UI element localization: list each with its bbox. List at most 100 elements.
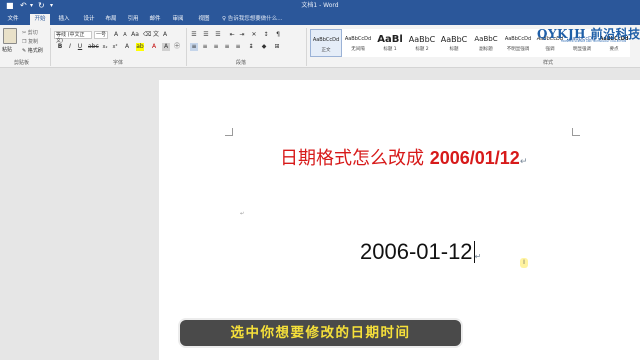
style-name: 标题 2 [415, 47, 429, 52]
chinese-layout-icon[interactable]: ✕ [250, 31, 258, 39]
style-normal[interactable]: AaBbCcDd 正文 [310, 29, 342, 57]
style-subtitle[interactable]: AaBbC 副标题 [470, 29, 502, 57]
style-preview: AaBbCcDd [312, 37, 340, 43]
show-marks-icon[interactable]: ¶ [274, 31, 282, 39]
format-painter-button[interactable]: ✎ 格式刷 [22, 47, 43, 54]
crop-mark [572, 128, 580, 136]
char-shading-icon[interactable]: A [162, 43, 170, 51]
italic-icon[interactable]: I [66, 43, 74, 51]
style-heading-1[interactable]: AaBl 标题 1 [374, 29, 406, 57]
justify-icon[interactable]: ≡ [223, 43, 231, 51]
style-preview: AaBl [377, 34, 403, 45]
paragraph-group-label: 段落 [236, 60, 247, 66]
document-heading[interactable]: 日期格式怎么改成 2006/01/12↵ [280, 146, 527, 174]
style-name: 强调 [545, 47, 555, 52]
title-bar: ■ ↶ ▾ ↻ ▾ 文档1 - Word [0, 0, 640, 12]
style-preview: AaBbC [408, 35, 436, 44]
phonetic-icon[interactable]: 文 [152, 31, 160, 39]
tab-review[interactable]: 审阅 [169, 14, 187, 25]
subscript-icon[interactable]: x₂ [101, 43, 109, 51]
style-name: 副标题 [479, 47, 493, 52]
window-title: 文档1 - Word [301, 2, 339, 9]
font-group-label: 字体 [113, 60, 124, 66]
crop-mark [225, 128, 233, 136]
style-name: 明显强调 [573, 47, 591, 52]
anchor-mark: ↵ [240, 211, 245, 217]
paragraph-mark-icon: ↵ [519, 157, 528, 167]
paste-button-label[interactable]: 粘贴 [2, 46, 12, 53]
mouse-pointer-icon: I [520, 258, 528, 268]
enclose-char-icon[interactable]: ㊉ [173, 43, 181, 51]
change-case-icon[interactable]: Aa [131, 31, 139, 39]
align-center-icon[interactable]: ≡ [201, 43, 209, 51]
clear-formatting-icon[interactable]: ⌫ [143, 31, 151, 39]
tab-file[interactable]: 文件 [4, 14, 22, 25]
style-title[interactable]: AaBbC 标题 [438, 29, 470, 57]
tab-insert[interactable]: 插入 [55, 14, 73, 25]
tab-home[interactable]: 开始 [30, 14, 50, 25]
style-subtle-emphasis[interactable]: AaBbCcDd 不明显强调 [502, 29, 534, 57]
align-right-icon[interactable]: ≡ [212, 43, 220, 51]
style-no-spacing[interactable]: AaBbCcDd 无间隔 [342, 29, 374, 57]
divider [306, 28, 307, 66]
date-line[interactable]: 2006-01-12 ↵ [360, 240, 481, 269]
shrink-font-icon[interactable]: A [121, 31, 129, 39]
char-border-icon[interactable]: A [161, 31, 169, 39]
brush-icon: ✎ [22, 48, 27, 54]
bold-icon[interactable]: B [56, 43, 64, 51]
style-name: 标题 [449, 47, 459, 52]
tell-me-text: 告诉我您想要做什么... [227, 16, 283, 22]
style-name: 无间隔 [351, 47, 365, 52]
text-effects-icon[interactable]: A [123, 43, 131, 51]
tab-view[interactable]: 视图 [195, 14, 213, 25]
strikethrough-icon[interactable]: abc [88, 43, 99, 51]
decrease-indent-icon[interactable]: ⇤ [228, 31, 236, 39]
underline-icon[interactable]: U [76, 43, 84, 51]
styles-group-label: 样式 [543, 60, 554, 66]
tab-mailings[interactable]: 邮件 [146, 14, 164, 25]
bullets-icon[interactable]: ☰ [190, 31, 198, 39]
tab-design[interactable]: 设计 [80, 14, 98, 25]
paragraph-mark-icon: ↵ [474, 252, 482, 261]
scissors-icon: ✂ [22, 30, 27, 36]
logo-subtext: FRONTIER SCIENCE AND TECHNOLOGY COLLECTI… [561, 40, 627, 43]
font-size-select[interactable]: 一号 [94, 31, 108, 39]
borders-icon[interactable]: ⊞ [273, 43, 281, 51]
highlight-icon[interactable]: ab [136, 43, 144, 51]
font-name-select[interactable]: 等线 (中文正文) [54, 31, 92, 44]
clipboard-group-label: 剪贴板 [14, 60, 30, 66]
sort-icon[interactable]: ↕ [262, 31, 270, 39]
shading-icon[interactable]: ◆ [260, 43, 268, 51]
divider [50, 28, 51, 66]
font-color-icon[interactable]: A [150, 43, 158, 51]
distributed-icon[interactable]: ≡ [234, 43, 242, 51]
copy-icon: ❐ [22, 39, 27, 45]
style-name: 正文 [321, 48, 331, 53]
align-left-icon[interactable]: ≡ [190, 43, 198, 51]
grow-font-icon[interactable]: A [112, 31, 120, 39]
superscript-icon[interactable]: x² [111, 43, 119, 51]
date-text: 2006-01-12 [360, 239, 473, 264]
tab-layout[interactable]: 布局 [102, 14, 120, 25]
numbering-icon[interactable]: ☰ [202, 31, 210, 39]
line-spacing-icon[interactable]: ↨ [247, 43, 255, 51]
style-name: 标题 1 [383, 47, 397, 52]
increase-indent-icon[interactable]: ⇥ [238, 31, 246, 39]
paste-icon[interactable] [3, 28, 17, 44]
tell-me-box[interactable]: ♀ 告诉我您想要做什么... [222, 14, 283, 25]
copy-button[interactable]: ❐ 复制 [22, 38, 38, 45]
style-name: 不明显强调 [506, 47, 530, 52]
heading-date: 2006/01/12 [429, 148, 520, 168]
ribbon-tabs: 文件 开始 插入 设计 布局 引用 邮件 审阅 视图 ♀ 告诉我您想要做什么..… [0, 12, 640, 25]
style-heading-2[interactable]: AaBbC 标题 2 [406, 29, 438, 57]
style-preview: AaBbCcDd [344, 36, 372, 42]
style-preview: AaBbCcDd [504, 36, 532, 42]
video-caption: 选中你想要修改的日期时间 [178, 318, 463, 348]
tab-references[interactable]: 引用 [124, 14, 142, 25]
style-preview: AaBbC [474, 35, 498, 43]
cut-button[interactable]: ✂ 剪切 [22, 29, 38, 36]
heading-text: 日期格式怎么改成 [280, 148, 424, 169]
style-preview: AaBbC [440, 35, 468, 44]
divider [186, 28, 187, 66]
multilevel-list-icon[interactable]: ☰ [214, 31, 222, 39]
